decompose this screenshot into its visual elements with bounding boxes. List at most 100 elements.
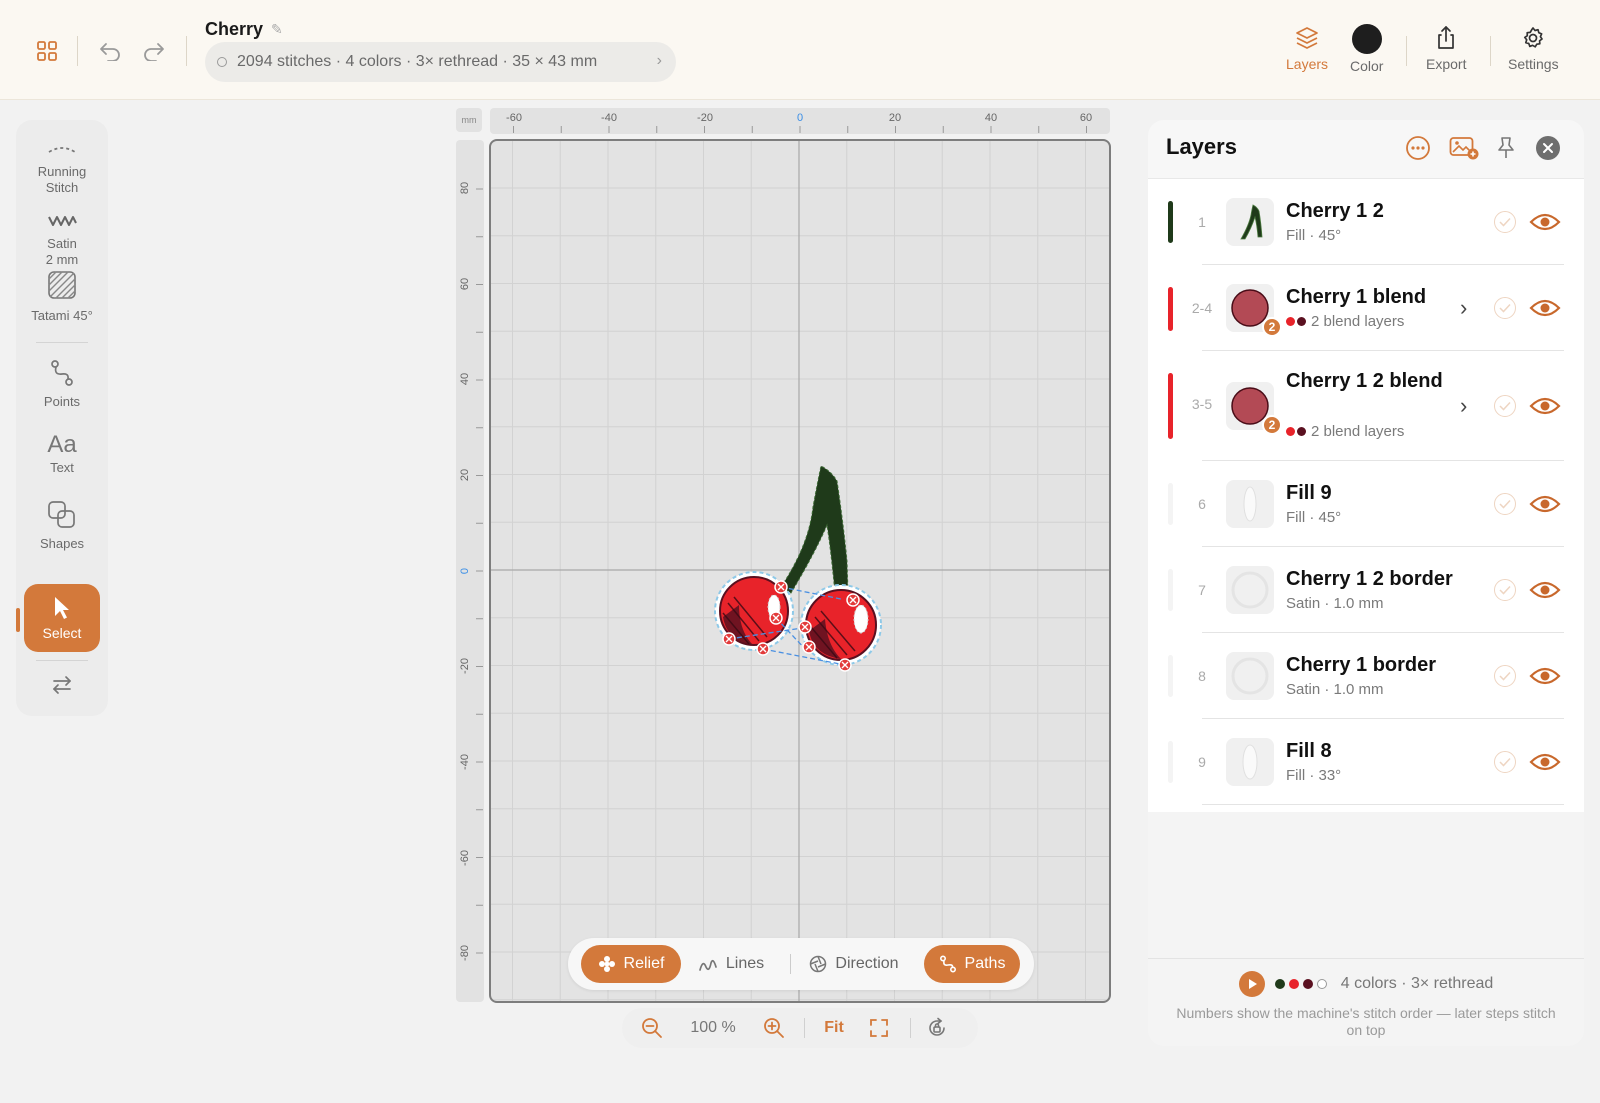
checkmark-icon[interactable]	[1494, 579, 1516, 601]
fullscreen-icon[interactable]	[862, 1008, 896, 1048]
divider	[186, 36, 187, 66]
visibility-eye-icon[interactable]	[1528, 578, 1562, 602]
visibility-eye-icon[interactable]	[1528, 394, 1562, 418]
chevron-right-icon[interactable]: ›	[1460, 393, 1467, 419]
lines-toggle[interactable]: Lines	[688, 945, 774, 983]
satin-tool[interactable]: Satin 2 mm	[16, 206, 108, 268]
layer-row[interactable]: 2-4 2 Cherry 1 blend 2 blend layers ›	[1148, 265, 1584, 351]
zoom-out-icon[interactable]	[636, 1008, 668, 1048]
layer-row[interactable]: 9 Fill 8 Fill · 33°	[1148, 719, 1584, 805]
layers-button[interactable]: Layers	[1286, 24, 1328, 72]
layer-row[interactable]: 3-5 2 Cherry 1 2 blend 2 blend layers ›	[1148, 351, 1584, 461]
text-label: Text	[50, 460, 74, 475]
settings-button[interactable]: Settings	[1508, 24, 1559, 72]
path-node[interactable]	[756, 642, 770, 656]
checkmark-icon[interactable]	[1494, 297, 1516, 319]
stitch-order-note: Numbers show the machine's stitch order …	[1176, 1005, 1556, 1038]
layer-row[interactable]: 7 Cherry 1 2 border Satin · 1.0 mm	[1148, 547, 1584, 633]
layer-row[interactable]: 1 Cherry 1 2 Fill · 45°	[1148, 179, 1584, 265]
squiggle-icon	[699, 959, 717, 971]
lines-label: Lines	[725, 955, 765, 972]
ruler-tick-label: 60	[1080, 112, 1092, 124]
layer-detail-text: 2 blend layers	[1311, 423, 1405, 440]
checkmark-icon[interactable]	[1494, 211, 1516, 233]
running-stitch-tool[interactable]: Running Stitch	[16, 134, 108, 196]
document-title-text: Cherry	[205, 19, 264, 39]
design-info-pill[interactable]: 2094 stitches · 4 colors · 3× rethread ·…	[205, 42, 676, 82]
path-node[interactable]	[846, 593, 860, 607]
zoom-bar: 100 % Fit	[622, 1008, 978, 1048]
cherry-artwork[interactable]	[714, 465, 882, 672]
path-node[interactable]	[838, 658, 852, 672]
visibility-eye-icon[interactable]	[1528, 664, 1562, 688]
add-image-icon[interactable]	[1448, 132, 1480, 164]
shapes-tool[interactable]: Shapes	[16, 500, 108, 552]
layer-name: Cherry 1 2	[1286, 200, 1384, 222]
play-icon[interactable]	[1238, 971, 1265, 997]
checkmark-icon[interactable]	[1494, 493, 1516, 515]
layer-row[interactable]: 8 Cherry 1 border Satin · 1.0 mm	[1148, 633, 1584, 719]
ruler-tick-label: 80	[459, 182, 471, 194]
more-options-icon[interactable]	[1402, 132, 1434, 164]
path-node[interactable]	[802, 640, 816, 654]
fit-button[interactable]: Fit	[814, 1008, 854, 1048]
layer-name: Fill 8	[1286, 740, 1332, 762]
pencil-icon[interactable]: ✎	[271, 21, 283, 38]
relief-toggle[interactable]: Relief	[581, 945, 681, 983]
checkmark-icon[interactable]	[1494, 395, 1516, 417]
text-tool[interactable]: Aa Text	[16, 430, 108, 476]
rotate-lock-icon[interactable]	[920, 1008, 954, 1048]
direction-toggle[interactable]: Direction	[800, 945, 908, 983]
cursor-arrow-icon	[55, 597, 69, 619]
blend-count-badge: 2	[1262, 317, 1282, 337]
close-icon[interactable]	[1532, 132, 1564, 164]
layers-panel: Layers 1 Cherry 1 2 Fill · 45° 2-4 2 Che…	[1148, 120, 1584, 1046]
swap-tool[interactable]	[16, 670, 108, 700]
paths-toggle[interactable]: Paths	[924, 945, 1020, 983]
path-node[interactable]	[798, 620, 812, 634]
select-tool[interactable]: Select	[24, 584, 100, 652]
layers-icon	[1296, 27, 1318, 49]
export-button[interactable]: Export	[1426, 24, 1466, 72]
points-tool[interactable]: Points	[16, 358, 108, 410]
redo-icon[interactable]	[140, 38, 168, 64]
checkmark-icon[interactable]	[1494, 751, 1516, 773]
layer-color-bar	[1168, 373, 1173, 439]
vertical-ruler: 80 60 40 20 0 -20 -40 -60 -80	[456, 140, 484, 1002]
layer-color-bar	[1168, 287, 1173, 331]
layer-row[interactable]: 6 Fill 9 Fill · 45°	[1148, 461, 1584, 547]
thread-color-dot	[1288, 979, 1299, 989]
visibility-eye-icon[interactable]	[1528, 210, 1562, 234]
select-label: Select	[42, 625, 82, 641]
grid-icon[interactable]	[34, 38, 60, 64]
design-info-text: 2094 stitches · 4 colors · 3× rethread ·…	[237, 53, 598, 70]
layer-color-bar	[1168, 569, 1173, 611]
visibility-eye-icon[interactable]	[1528, 492, 1562, 516]
visibility-eye-icon[interactable]	[1528, 296, 1562, 320]
stitch-order-footer: 4 colors · 3× rethread Numbers show the …	[1148, 958, 1584, 1046]
zoom-in-icon[interactable]	[758, 1008, 790, 1048]
pin-icon[interactable]	[1490, 132, 1522, 164]
document-title[interactable]: Cherry ✎	[205, 19, 283, 40]
path-node[interactable]	[769, 611, 783, 625]
layer-name: Cherry 1 blend	[1286, 286, 1427, 308]
tatami-tool[interactable]: Tatami 45°	[16, 270, 108, 324]
bezier-path-icon	[48, 358, 76, 388]
divider	[804, 1018, 805, 1038]
ruler-tick-label: 40	[459, 373, 471, 385]
swap-arrows-icon	[50, 670, 74, 700]
share-icon	[1438, 26, 1455, 49]
layer-name: Cherry 1 2 blend	[1286, 370, 1443, 392]
chevron-right-icon[interactable]: ›	[1460, 295, 1467, 321]
current-color-swatch	[1351, 24, 1382, 54]
divider	[77, 36, 78, 66]
tool-rail: Running Stitch Satin 2 mm Tatami 45° Poi…	[16, 120, 108, 716]
embroidery-canvas[interactable]	[489, 139, 1111, 1003]
color-button[interactable]: Color	[1350, 24, 1383, 74]
path-node[interactable]	[722, 632, 736, 646]
horizontal-ruler: -60 -40 -20 0 20 40 60	[490, 108, 1110, 134]
visibility-eye-icon[interactable]	[1528, 750, 1562, 774]
checkmark-icon[interactable]	[1494, 665, 1516, 687]
undo-icon[interactable]	[96, 38, 124, 64]
path-node[interactable]	[774, 580, 788, 594]
